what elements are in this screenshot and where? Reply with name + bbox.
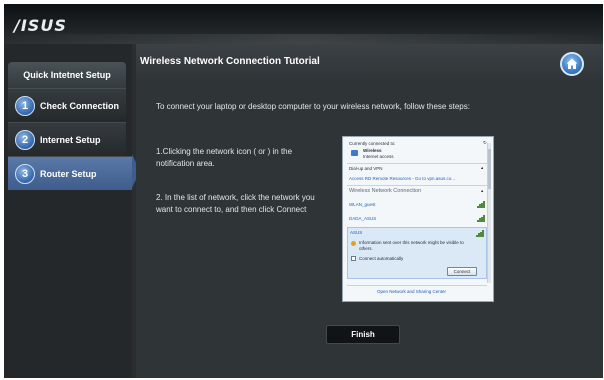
header-decoration xyxy=(4,34,603,44)
flyout-divider xyxy=(347,163,487,164)
header-bar: /ISUS xyxy=(4,4,603,44)
sidebar: Quick Intetnet Setup 1 Check Connection … xyxy=(4,44,132,378)
flyout-remote-link: Access RD Remote Resources - Go to vpn.a… xyxy=(349,176,456,181)
page-title: Wireless Network Connection Tutorial xyxy=(140,56,320,67)
intro-text: To connect your laptop or desktop comput… xyxy=(156,102,470,111)
step-router-setup[interactable]: 3 Router Setup xyxy=(8,156,132,190)
flyout-wireless-section: Wireless Network Connection xyxy=(349,188,422,194)
home-icon xyxy=(566,58,578,69)
signal-bars-icon xyxy=(477,215,485,222)
flyout-internet-access: Internet access xyxy=(363,154,394,159)
step-internet-setup[interactable]: 2 Internet Setup xyxy=(8,122,126,156)
flyout-sharing-center-link: Open Network and Sharing Center xyxy=(377,289,447,294)
auto-connect-label: Connect automatically xyxy=(359,256,404,261)
chevron-up-icon: ▴ xyxy=(481,165,484,170)
security-warning: Information sent over this network might… xyxy=(359,240,464,251)
network-name: DADA_ASUS xyxy=(349,216,377,221)
flyout-wireless: Wireless xyxy=(363,148,382,153)
step-check-connection[interactable]: 1 Check Connection xyxy=(8,88,126,122)
wireless-icon xyxy=(351,150,358,156)
step-label-check-connection: Check Connection xyxy=(40,101,120,111)
network-name: ASUS xyxy=(350,230,363,235)
step-label-internet-setup: Internet Setup xyxy=(40,135,101,145)
flyout-divider xyxy=(347,285,487,286)
finish-button[interactable]: Finish xyxy=(326,325,400,344)
flyout-connect-button: Connect xyxy=(447,267,477,276)
flyout-scrollbar xyxy=(487,143,491,283)
step-number-3: 3 xyxy=(15,164,35,184)
content-header: Wireless Network Connection Tutorial xyxy=(136,44,603,82)
flyout-divider xyxy=(347,185,487,186)
asus-logo: /ISUS xyxy=(14,16,67,35)
main-panel: Wireless Network Connection Tutorial To … xyxy=(136,44,603,378)
warning-icon xyxy=(351,241,356,246)
signal-bars-icon xyxy=(477,201,485,208)
instruction-step-1: 1.Clicking the network icon ( or ) in th… xyxy=(156,147,293,168)
step-label-router-setup: Router Setup xyxy=(40,169,97,179)
network-row: DADA_ASUS xyxy=(347,213,487,225)
chevron-up-icon: ▴ xyxy=(481,188,484,193)
instruction-step-2: 2. In the list of network, click the net… xyxy=(156,193,315,214)
flyout-connected-to: Currently connected to: xyxy=(349,141,396,146)
sidebar-title: Quick Intetnet Setup xyxy=(8,62,126,88)
auto-connect-checkbox xyxy=(351,256,356,261)
step-number-2: 2 xyxy=(15,130,35,150)
signal-bars-icon xyxy=(476,230,484,237)
step-number-1: 1 xyxy=(15,96,35,116)
flyout-dialup: Dial-up and VPN xyxy=(349,166,383,171)
router-setup-window: /ISUS Quick Intetnet Setup 1 Check Conne… xyxy=(4,4,603,378)
network-row: WLAN_guest xyxy=(347,199,487,211)
network-flyout-screenshot: Currently connected to: ↻ Wireless Inter… xyxy=(342,136,494,302)
home-button[interactable] xyxy=(560,52,584,76)
network-name: WLAN_guest xyxy=(349,202,376,207)
